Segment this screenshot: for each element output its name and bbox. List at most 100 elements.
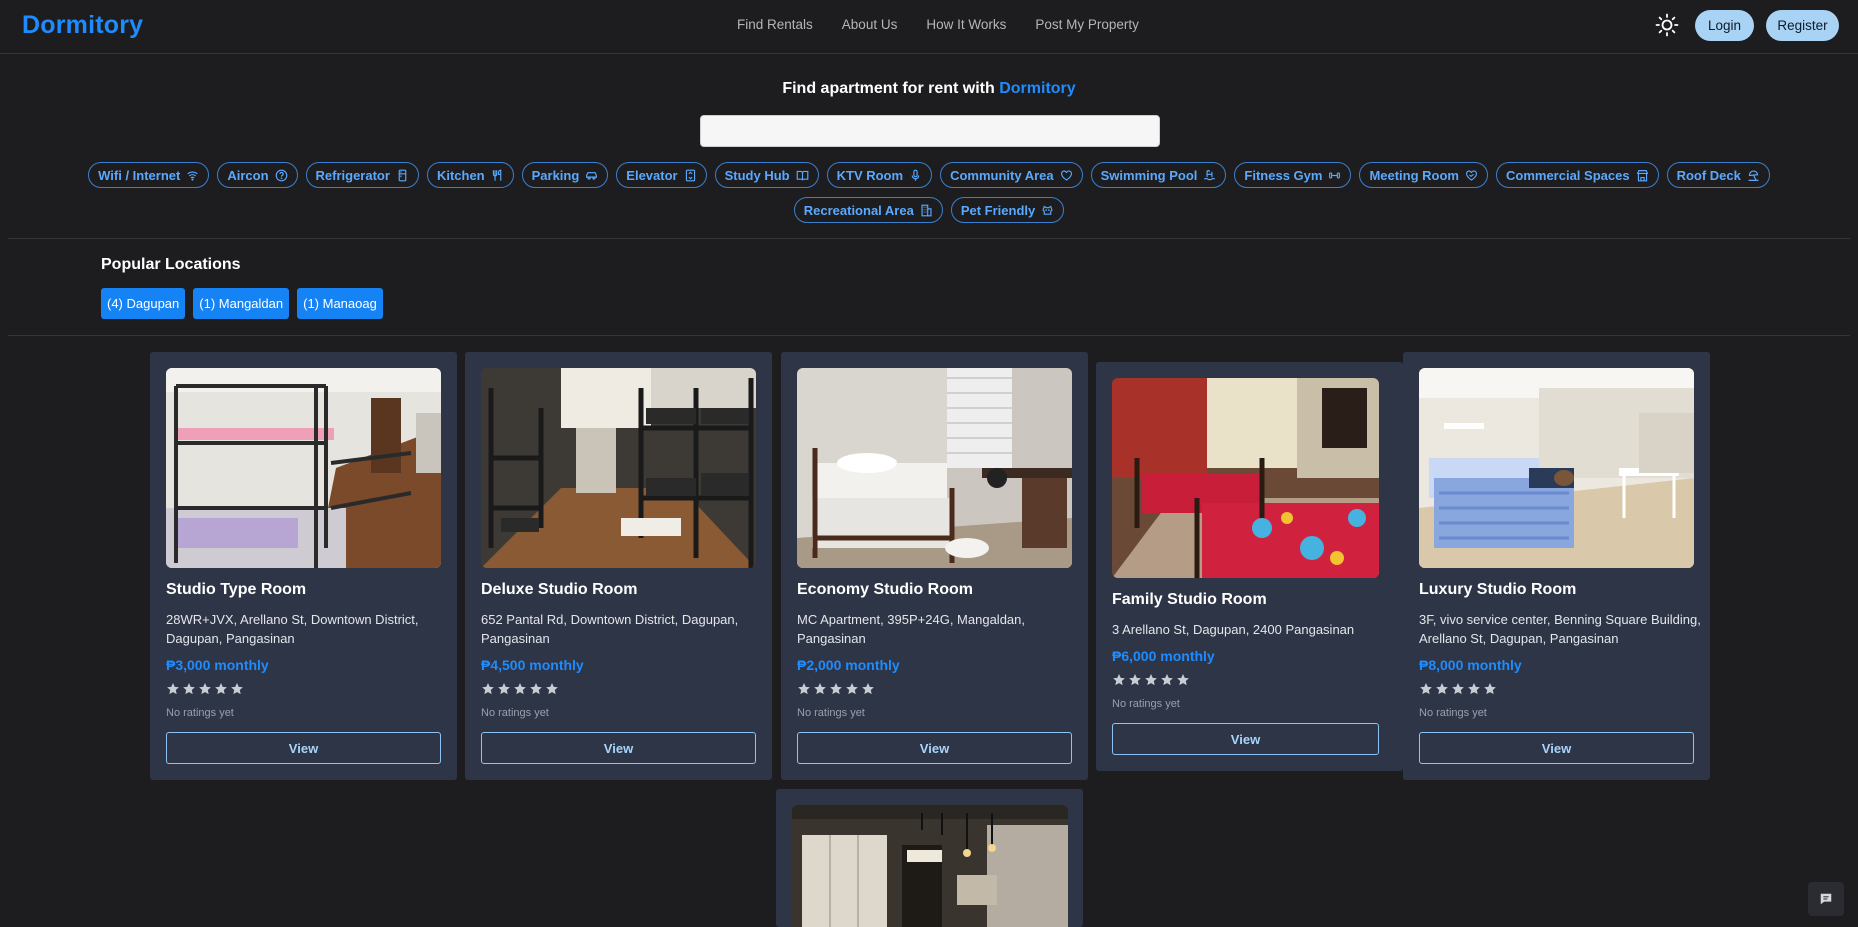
star-icon[interactable] — [813, 682, 827, 696]
listing-title[interactable]: Luxury Studio Room — [1419, 581, 1576, 599]
section-divider — [8, 335, 1850, 336]
view-button[interactable]: View — [1419, 732, 1694, 764]
amenity-chip-wifi[interactable]: Wifi / Internet — [88, 162, 210, 188]
star-icon[interactable] — [166, 682, 180, 696]
amenity-label: KTV Room — [836, 167, 904, 183]
location-button-manaoag[interactable]: (1) Manaoag — [297, 288, 383, 319]
amenity-chip-refrigerator[interactable]: Refrigerator — [305, 162, 419, 188]
amenity-chip-meeting-room[interactable]: Meeting Room — [1359, 162, 1488, 188]
listing-photo[interactable] — [792, 805, 1068, 927]
amenity-chip-elevator[interactable]: Elevator — [616, 162, 707, 188]
listing-price: ₱2,000 monthly — [797, 657, 900, 673]
login-button[interactable]: Login — [1695, 10, 1754, 41]
star-icon[interactable] — [1176, 673, 1190, 687]
listing-title[interactable]: Deluxe Studio Room — [481, 581, 637, 599]
star-icon[interactable] — [1160, 673, 1174, 687]
rating-text: No ratings yet — [1112, 698, 1180, 710]
star-icon[interactable] — [1483, 682, 1497, 696]
amenity-chip-fitness-gym[interactable]: Fitness Gym — [1234, 162, 1352, 188]
chat-button[interactable] — [1808, 882, 1844, 916]
search-heading-text: Find apartment for rent with — [782, 80, 1000, 97]
listing-photo[interactable] — [1419, 368, 1694, 568]
listing-photo[interactable] — [481, 368, 756, 568]
listing-price: ₱4,500 monthly — [481, 657, 584, 673]
store-icon — [1636, 169, 1648, 181]
star-icon[interactable] — [1419, 682, 1433, 696]
listing-photo[interactable] — [797, 368, 1072, 568]
search-input[interactable] — [700, 115, 1160, 147]
star-icon[interactable] — [797, 682, 811, 696]
amenity-label: Elevator — [626, 167, 678, 183]
amenity-label: Kitchen — [436, 167, 485, 183]
rating-stars[interactable] — [481, 682, 559, 696]
listing-price: ₱8,000 monthly — [1419, 657, 1522, 673]
star-icon[interactable] — [230, 682, 244, 696]
amenity-label: Commercial Spaces — [1506, 167, 1630, 183]
star-icon[interactable] — [1144, 673, 1158, 687]
amenity-chip-community-area[interactable]: Community Area — [940, 162, 1083, 188]
amenity-chip-study-hub[interactable]: Study Hub — [714, 162, 819, 188]
nav-find-rentals[interactable]: Find Rentals — [737, 17, 813, 32]
rating-stars[interactable] — [1419, 682, 1497, 696]
star-icon[interactable] — [198, 682, 212, 696]
nav-links: Find Rentals About Us How It Works Post … — [737, 17, 1139, 32]
star-icon[interactable] — [1467, 682, 1481, 696]
amenity-label: Roof Deck — [1676, 167, 1741, 183]
star-icon[interactable] — [182, 682, 196, 696]
view-button[interactable]: View — [1112, 723, 1379, 755]
rating-stars[interactable] — [1112, 673, 1190, 687]
amenity-chip-pet-friendly[interactable]: Pet Friendly — [950, 197, 1065, 223]
listing-title[interactable]: Economy Studio Room — [797, 581, 973, 599]
star-icon[interactable] — [845, 682, 859, 696]
star-icon[interactable] — [497, 682, 511, 696]
amenity-chip-aircon[interactable]: Aircon — [217, 162, 298, 188]
star-icon[interactable] — [1435, 682, 1449, 696]
amenity-chip-parking[interactable]: Parking — [521, 162, 609, 188]
register-button[interactable]: Register — [1766, 10, 1839, 41]
star-icon[interactable] — [829, 682, 843, 696]
view-button[interactable]: View — [166, 732, 441, 764]
star-icon[interactable] — [1451, 682, 1465, 696]
listing-card: Deluxe Studio Room 652 Pantal Rd, Downto… — [465, 352, 772, 780]
view-button[interactable]: View — [797, 732, 1072, 764]
nav-post-property[interactable]: Post My Property — [1035, 17, 1139, 32]
star-icon[interactable] — [214, 682, 228, 696]
amenity-chip-commercial-spaces[interactable]: Commercial Spaces — [1496, 162, 1659, 188]
view-button[interactable]: View — [481, 732, 756, 764]
star-icon[interactable] — [513, 682, 527, 696]
building-icon — [921, 204, 932, 216]
handshake-icon — [1466, 169, 1477, 181]
rating-stars[interactable] — [797, 682, 875, 696]
star-icon[interactable] — [481, 682, 495, 696]
amenity-chip-roof-deck[interactable]: Roof Deck — [1666, 162, 1770, 188]
top-navbar: Dormitory Find Rentals About Us How It W… — [0, 0, 1858, 54]
nav-about-us[interactable]: About Us — [842, 17, 898, 32]
elevator-icon — [685, 169, 695, 181]
rating-stars[interactable] — [166, 682, 244, 696]
amenity-chip-ktv-room[interactable]: KTV Room — [826, 162, 933, 188]
listing-title[interactable]: Studio Type Room — [166, 581, 306, 599]
listing-photo[interactable] — [166, 368, 441, 568]
rating-text: No ratings yet — [1419, 707, 1487, 719]
brand-logo[interactable]: Dormitory — [22, 11, 143, 40]
star-icon[interactable] — [1128, 673, 1142, 687]
listing-title[interactable]: Family Studio Room — [1112, 591, 1267, 609]
help-circle-icon — [275, 169, 287, 181]
amenity-label: Meeting Room — [1369, 167, 1459, 183]
amenity-chip-recreational-area[interactable]: Recreational Area — [793, 197, 943, 223]
star-icon[interactable] — [529, 682, 543, 696]
location-button-mangaldan[interactable]: (1) Mangaldan — [193, 288, 290, 319]
search-heading-brand: Dormitory — [999, 80, 1076, 97]
star-icon[interactable] — [545, 682, 559, 696]
listing-photo[interactable] — [1112, 378, 1379, 578]
star-icon[interactable] — [861, 682, 875, 696]
star-icon[interactable] — [1112, 673, 1126, 687]
rating-text: No ratings yet — [481, 707, 549, 719]
theme-toggle-sun-icon[interactable] — [1655, 13, 1679, 37]
amenity-chip-swimming-pool[interactable]: Swimming Pool — [1090, 162, 1227, 188]
location-button-dagupan[interactable]: (4) Dagupan — [101, 288, 186, 319]
rating-text: No ratings yet — [166, 707, 234, 719]
listing-card: Studio Type Room 28WR+JVX, Arellano St, … — [150, 352, 457, 780]
nav-how-it-works[interactable]: How It Works — [926, 17, 1006, 32]
amenity-chip-kitchen[interactable]: Kitchen — [426, 162, 514, 188]
